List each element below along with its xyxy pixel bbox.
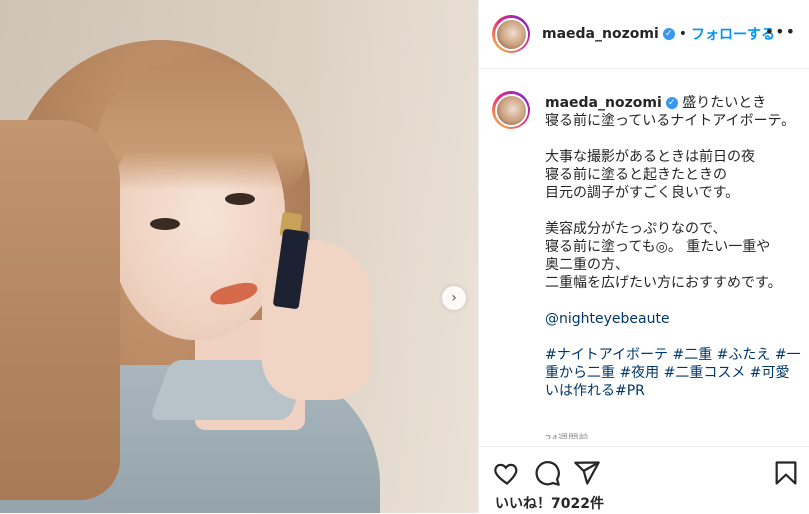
caption-body: 寝る前に塗っているナイトアイボーテ。 大事な撮影があるときは前日の夜 寝る前に塗… [545, 113, 796, 291]
caption-area: maeda_nozomi ✓ 盛りたいとき 寝る前に塗っているナイトアイボーテ。 … [479, 69, 809, 439]
left-eye [150, 218, 180, 230]
caption-line1: 盛りたいとき [682, 95, 767, 111]
post-side-panel: maeda_nozomi ✓ • フォローする ••• maeda_nozomi… [478, 0, 809, 513]
bookmark-icon[interactable] [772, 459, 800, 487]
mention-link[interactable]: @nighteyebeaute [545, 311, 670, 327]
header-avatar[interactable] [492, 15, 530, 53]
avatar [494, 93, 528, 127]
chevron-right-icon: › [451, 290, 457, 306]
post-header: maeda_nozomi ✓ • フォローする ••• [479, 0, 809, 69]
right-eye [225, 193, 255, 205]
caption-username[interactable]: maeda_nozomi [545, 95, 662, 111]
caption-text: maeda_nozomi ✓ 盛りたいとき 寝る前に塗っているナイトアイボーテ。 … [545, 94, 801, 400]
follow-button[interactable]: フォローする [691, 24, 775, 44]
next-photo-button[interactable]: › [442, 286, 466, 310]
hashtags[interactable]: #ナイトアイボーテ #二重 #ふたえ #一重から二重 #夜用 #二重コスメ #可… [545, 347, 801, 399]
verified-badge-icon: ✓ [662, 28, 675, 40]
paper-plane-icon[interactable] [573, 459, 601, 487]
comment-icon[interactable] [533, 459, 561, 487]
likes-count[interactable]: いいね！7022件 [495, 493, 604, 513]
post-timestamp[interactable]: 24週間前 [545, 430, 589, 439]
caption-avatar[interactable] [492, 91, 530, 129]
separator-dot: • [678, 26, 688, 42]
verified-badge-icon: ✓ [665, 97, 678, 109]
more-options-icon[interactable]: ••• [765, 22, 796, 41]
post-photo [0, 0, 478, 513]
hair-side [0, 120, 120, 500]
heart-icon[interactable] [493, 459, 521, 487]
action-bar: いいね！7022件 [479, 446, 809, 514]
avatar [494, 17, 528, 51]
header-username[interactable]: maeda_nozomi [542, 26, 659, 42]
